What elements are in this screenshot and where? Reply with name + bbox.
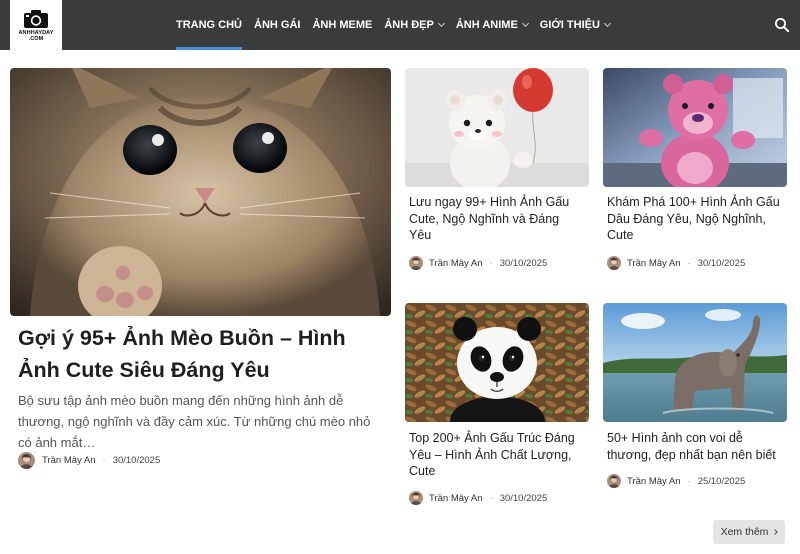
chevron-down-icon [437,19,445,28]
chevron-down-icon [603,19,611,28]
nav-label: ẢNH GÁI [254,19,301,31]
nav-item-anh-anime[interactable]: ẢNH ANIME [450,0,534,50]
post-thumbnail-lotso[interactable] [603,68,787,187]
post-meta: Trần Mây An · 30/10/2025 [409,256,547,270]
post-meta: Trần Mây An · 30/10/2025 [18,452,160,469]
nav-item-anh-gai[interactable]: ẢNH GÁI [248,0,306,50]
post-date: 25/10/2025 [697,475,746,487]
load-more-button[interactable]: Xem thêm [713,520,785,544]
post-title[interactable]: 50+ Hình ảnh con voi dễ thương, đẹp nhất… [607,430,787,463]
chevron-down-icon [521,19,529,28]
post-meta: Trần Mây An · 30/10/2025 [409,491,547,505]
author-name[interactable]: Trần Mây An [429,493,483,504]
kitten-image [10,68,391,316]
post-date: 30/10/2025 [112,455,161,466]
author-avatar[interactable] [18,452,35,469]
meta-separator: · [687,257,691,269]
post-title[interactable]: Lưu ngay 99+ Hình Ảnh Gấu Cute, Ngộ Nghĩ… [409,194,579,244]
search-button[interactable] [774,17,790,33]
post-meta: Trần Mây An · 25/10/2025 [607,474,745,488]
post-thumbnail-elephant[interactable] [603,303,787,422]
bear-image [405,68,589,187]
nav-item-gioi-thieu[interactable]: GIỚI THIỆU [534,0,616,50]
meta-separator: · [489,257,493,269]
search-icon [775,18,790,33]
author-name[interactable]: Trần Mây An [42,455,96,466]
site-header: ANHHAYDAY .COM TRANG CHỦ ẢNH GÁI ẢNH MEM… [0,0,800,50]
panda-image [405,303,589,422]
author-avatar[interactable] [409,256,423,270]
post-excerpt: Bộ sưu tập ảnh mèo buồn mang đến những h… [18,393,371,450]
nav-label: ẢNH ĐẸP [384,19,434,31]
post-title[interactable]: Top 200+ Ảnh Gấu Trúc Đáng Yêu – Hình Ản… [409,430,581,480]
camera-icon [24,9,48,28]
post-thumbnail-cat[interactable] [10,68,391,316]
author-avatar[interactable] [607,474,621,488]
main-nav: TRANG CHỦ ẢNH GÁI ẢNH MEME ẢNH ĐẸP ẢNH A… [170,0,616,50]
strawberry-bear-image [603,68,787,187]
post-thumbnail-panda[interactable] [405,303,589,422]
meta-separator: · [489,492,493,504]
author-name[interactable]: Trần Mây An [627,258,681,269]
meta-separator: · [102,455,106,466]
author-avatar[interactable] [607,256,621,270]
logo-text: ANHHAYDAY .COM [18,30,53,42]
chevron-right-icon [772,529,779,535]
post-date: 30/10/2025 [499,492,548,504]
post-date: 30/10/2025 [499,257,548,269]
load-more-label: Xem thêm [720,526,769,538]
logo-line-2: .COM [28,35,44,42]
nav-label: TRANG CHỦ [176,19,242,31]
nav-label: GIỚI THIỆU [539,19,600,31]
nav-item-anh-dep[interactable]: ẢNH ĐẸP [378,0,450,50]
site-logo[interactable]: ANHHAYDAY .COM [10,0,62,50]
post-meta: Trần Mây An · 30/10/2025 [607,256,745,270]
logo-line-1: ANHHAYDAY [18,29,54,36]
nav-label: ẢNH ANIME [455,19,518,31]
nav-item-trang-chu[interactable]: TRANG CHỦ [170,0,248,50]
author-avatar[interactable] [409,491,423,505]
post-title[interactable]: Khám Phá 100+ Hình Ảnh Gấu Dâu Đáng Yêu,… [607,194,783,244]
post-thumbnail-bear[interactable] [405,68,589,187]
post-date: 30/10/2025 [697,257,746,269]
nav-label: ẢNH MEME [312,19,373,31]
meta-separator: · [687,475,691,487]
author-name[interactable]: Trần Mây An [627,476,681,487]
post-title-featured[interactable]: Gợi ý 95+ Ảnh Mèo Buồn – Hình Ảnh Cute S… [18,322,390,386]
author-name[interactable]: Trần Mây An [429,258,483,269]
nav-item-anh-meme[interactable]: ẢNH MEME [306,0,378,50]
elephant-image [603,303,787,422]
